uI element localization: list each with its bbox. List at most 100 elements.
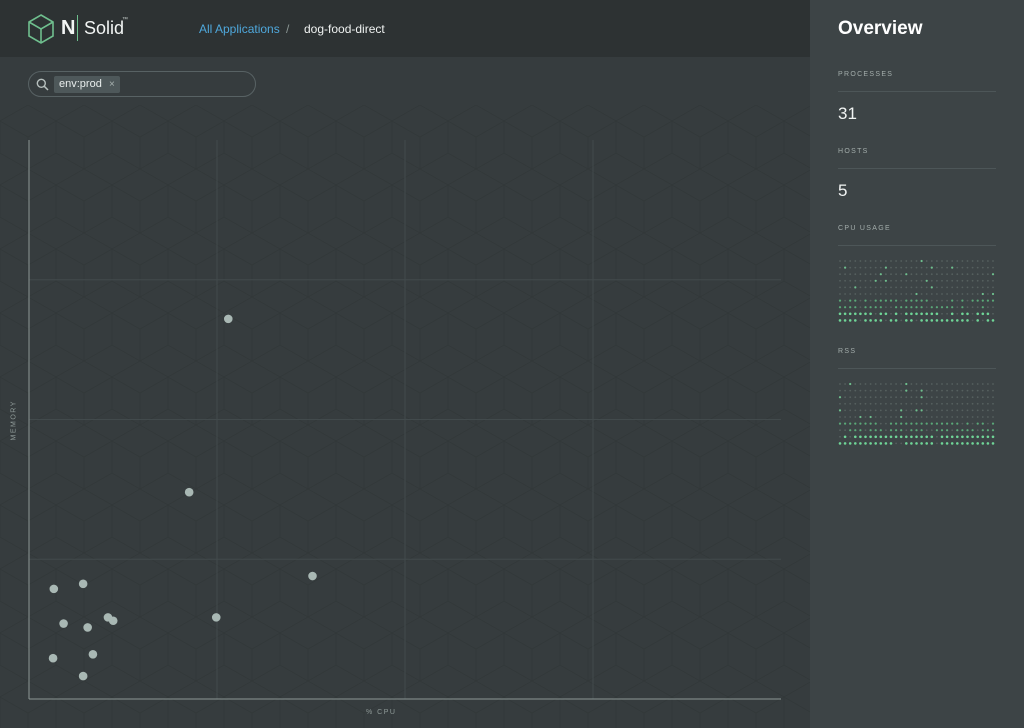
matrix-dot [992,409,994,412]
processes-label: PROCESSES [838,71,894,78]
process-point[interactable] [78,579,88,589]
matrix-dot [905,382,908,386]
matrix-dot [951,409,954,412]
matrix-dot [915,429,918,432]
matrix-dot [869,422,872,425]
matrix-dot [895,402,897,405]
matrix-dot [920,299,923,302]
matrix-dot [946,409,948,412]
matrix-dot [844,279,846,282]
matrix-dot [879,383,882,385]
matrix-dot [981,273,984,276]
matrix-dot [986,435,990,439]
matrix-dot [890,416,892,418]
process-point[interactable] [184,487,194,497]
matrix-dot [951,422,954,425]
matrix-dot [956,266,959,269]
matrix-dot [874,442,877,445]
matrix-dot [890,293,892,295]
process-point[interactable] [49,584,59,594]
matrix-dot [879,260,882,262]
matrix-dot [936,273,938,276]
matrix-dot [961,416,964,418]
matrix-dot [946,279,948,282]
matrix-dot [895,260,897,262]
matrix-dot [956,383,959,385]
matrix-dot [920,259,923,263]
matrix-dot [890,273,892,276]
matrix-dot [936,299,938,302]
matrix-dot [864,319,867,322]
process-point[interactable] [223,314,233,324]
matrix-dot [895,429,898,432]
process-point[interactable] [83,623,92,632]
matrix-dot [915,260,918,262]
matrix-dot [920,409,923,412]
matrix-dot [844,409,846,412]
matrix-dot [844,260,846,262]
matrix-dot [961,293,964,295]
matrix-dot [915,266,918,269]
matrix-dot [961,422,964,425]
matrix-dot [859,442,862,445]
matrix-dot [839,416,841,418]
matrix-dot [895,266,897,269]
y-axis-label: MEMORY [10,400,18,441]
nsolid-logo-icon[interactable] [27,14,55,44]
matrix-dot [844,293,846,295]
matrix-dot [956,416,959,418]
matrix-dot [981,312,985,316]
matrix-dot [910,279,913,282]
matrix-dot [951,293,954,295]
process-point[interactable] [211,613,221,622]
matrix-dot [981,292,984,296]
matrix-dot [879,396,882,399]
process-point[interactable] [59,619,68,628]
matrix-dot [981,319,984,322]
matrix-dot [890,260,892,262]
matrix-dot [894,435,898,439]
filter-search-input[interactable]: env:prod × [28,71,256,97]
matrix-dot [899,435,903,439]
matrix-dot [936,286,938,289]
matrix-dot [966,396,969,399]
matrix-dot [864,312,867,316]
matrix-dot [941,389,943,392]
matrix-dot [966,409,969,412]
matrix-dot [859,260,862,262]
overview-panel: Overview PROCESSES 31 HOSTS 5 CPU USAGE … [810,0,1024,728]
matrix-dot [910,260,913,262]
matrix-dot [874,383,877,385]
close-icon[interactable]: × [109,76,115,93]
cpu-usage-dot-matrix[interactable] [838,258,996,324]
matrix-dot [910,273,913,276]
matrix-dot [951,396,954,399]
matrix-dot [961,266,964,269]
matrix-dot [890,306,892,309]
process-point[interactable] [88,649,98,659]
matrix-dot [925,383,928,385]
matrix-dot [874,319,877,322]
matrix-dot [839,260,841,262]
matrix-dot [981,396,984,399]
matrix-dot [930,299,933,302]
process-point[interactable] [78,671,88,681]
matrix-dot [940,442,944,445]
matrix-dot [956,273,959,276]
matrix-dot [910,306,913,309]
top-bar: N Solid ™ All Applications / dog-food-di… [0,0,810,57]
matrix-dot [940,422,944,425]
process-point[interactable] [108,616,118,626]
matrix-dot [936,389,938,392]
matrix-dot [920,293,923,295]
rss-label: RSS [838,348,857,355]
matrix-dot [890,312,892,315]
process-point[interactable] [308,571,317,581]
matrix-dot [991,442,995,445]
matrix-dot [915,306,918,309]
matrix-dot [976,429,979,432]
rss-dot-matrix[interactable] [838,381,996,447]
process-point[interactable] [48,653,58,663]
matrix-dot [849,299,852,302]
breadcrumb-all-applications[interactable]: All Applications [199,22,280,36]
